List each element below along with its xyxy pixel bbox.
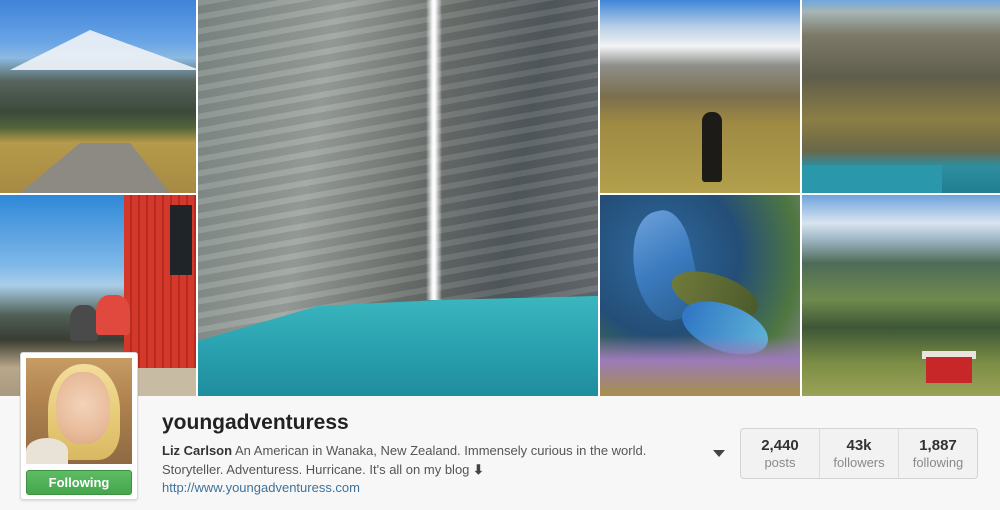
bio-text: An American in Wanaka, New Zealand. Imme… <box>162 443 647 477</box>
chevron-down-icon[interactable] <box>713 450 725 457</box>
stat-following-label: following <box>912 455 964 470</box>
arrow-down-icon: ⬇ <box>473 462 484 477</box>
following-button[interactable]: Following <box>26 470 132 495</box>
photo-waterfall-lake[interactable] <box>198 0 598 396</box>
stat-following-value: 1,887 <box>919 437 957 454</box>
profile-picture-card: Following <box>20 352 138 500</box>
photo-hiker-mountains[interactable] <box>600 0 800 193</box>
profile-username: youngadventuress <box>162 411 349 434</box>
avatar[interactable] <box>26 358 132 464</box>
photo-ridge-lake[interactable] <box>802 0 1000 193</box>
stat-following[interactable]: 1,887 following <box>899 429 977 478</box>
photo-valley-red-hut[interactable] <box>802 195 1000 396</box>
profile-website-link[interactable]: http://www.youngadventuress.com <box>162 480 360 495</box>
profile-stats: 2,440 posts 43k followers 1,887 followin… <box>740 428 978 479</box>
stat-followers-value: 43k <box>846 437 872 454</box>
profile-bio: Liz Carlson An American in Wanaka, New Z… <box>162 441 702 479</box>
profile-full-name: Liz Carlson <box>162 443 233 458</box>
photo-mountain-road[interactable] <box>0 0 196 193</box>
stat-followers[interactable]: 43k followers <box>820 429 899 478</box>
photo-mosaic <box>0 0 1000 396</box>
stat-posts-label: posts <box>764 455 796 470</box>
photo-kea-bird[interactable] <box>600 195 800 396</box>
stat-followers-label: followers <box>833 455 885 470</box>
stat-posts-value: 2,440 <box>761 437 799 454</box>
stat-posts[interactable]: 2,440 posts <box>741 429 820 478</box>
